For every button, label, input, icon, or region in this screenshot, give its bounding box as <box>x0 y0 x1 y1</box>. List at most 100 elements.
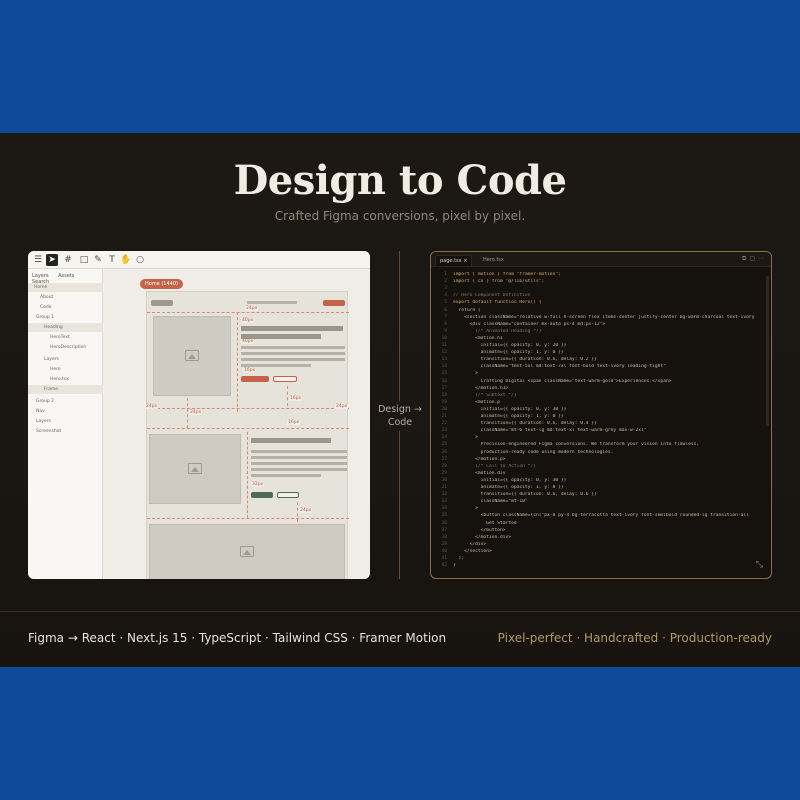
home-frame[interactable]: 24px 40px 40px 16px 24px 16px 24px 24px … <box>145 291 349 579</box>
more-icon[interactable]: ⋯ <box>758 255 767 262</box>
layer-item[interactable]: Heading <box>28 323 103 332</box>
layer-item[interactable]: Layers <box>28 355 103 364</box>
feature-image-placeholder <box>149 434 241 504</box>
code-line: className="mt-6 text-lg md:text-xl text-… <box>453 428 647 434</box>
layer-item[interactable]: Code <box>28 303 103 312</box>
layer-item[interactable]: Layers <box>28 417 103 426</box>
code-line: initial={{ opacity: 0, y: 20 }} <box>453 343 567 348</box>
line-number: 8 <box>444 321 447 327</box>
hero-primary-button <box>241 376 269 382</box>
hero-text-line <box>241 358 345 361</box>
spacing-guide <box>147 312 349 313</box>
line-number: 26 <box>441 449 447 455</box>
close-icon[interactable]: × <box>463 258 467 264</box>
line-number: 33 <box>441 499 447 505</box>
code-line: ); <box>453 556 465 561</box>
layer-item[interactable]: Frame <box>28 385 103 394</box>
line-number: 3 <box>444 286 447 292</box>
layers-sidebar: Layers Assets Search Home About Code Gro… <box>28 269 103 579</box>
line-number: 17 <box>441 385 447 391</box>
code-line: transition={{ duration: 0.6, delay: 0.2 … <box>453 357 597 363</box>
line-number: 34 <box>441 506 447 512</box>
code-line: > <box>453 371 478 377</box>
line-number: 6 <box>444 307 447 313</box>
layer-item[interactable]: Home <box>28 283 103 292</box>
nav-cta <box>323 300 345 306</box>
spacing-guide <box>147 518 349 519</box>
tab-label: page.tsx <box>440 258 462 264</box>
measurement-label: 40px <box>241 339 255 344</box>
frame-label-badge[interactable]: Home (1440) <box>140 279 183 289</box>
line-number: 31 <box>441 485 447 490</box>
layer-item[interactable]: HeroDescription <box>28 343 103 352</box>
measurement-label: 16px <box>243 368 257 373</box>
copy-icon[interactable]: ▢ <box>749 255 758 262</box>
layer-item[interactable]: Hero.tsx <box>28 375 103 384</box>
code-line: animate={{ opacity: 1, y: 0 }} <box>453 414 564 419</box>
code-line: initial={{ opacity: 0, y: 30 }} <box>453 477 567 483</box>
code-line: <motion.div <box>453 470 506 476</box>
line-number: 24 <box>441 435 447 441</box>
measurement-label: 24px <box>145 404 159 409</box>
code-content[interactable]: 1 import { motion } from "framer-motion";… <box>431 270 769 578</box>
comment-tool-icon[interactable]: ○ <box>134 254 146 266</box>
layer-item[interactable]: Group 2 <box>28 397 103 406</box>
code-line: Get Started <box>453 520 517 526</box>
image-icon <box>240 546 254 557</box>
line-number: 36 <box>441 520 447 526</box>
design-canvas[interactable]: Home (1440) 24px 40px 40px 16px 24px 16p… <box>103 269 370 579</box>
hero-text-line <box>241 346 345 349</box>
expand-icon[interactable]: ⤡ <box>756 560 763 570</box>
spacing-guide <box>237 312 238 412</box>
line-number: 16 <box>441 378 447 384</box>
code-line: initial={{ opacity: 0, y: 30 }} <box>453 406 567 412</box>
code-line: </button> <box>453 527 506 533</box>
line-number: 9 <box>444 328 447 334</box>
hero-secondary-button <box>273 376 297 382</box>
banner-image-placeholder <box>149 524 345 579</box>
scrollbar-thumb[interactable] <box>766 276 769 426</box>
code-line: import { motion } from "framer-motion"; <box>453 272 561 277</box>
pen-tool-icon[interactable]: ✎ <box>92 254 104 266</box>
layer-item[interactable]: Nav <box>28 407 103 416</box>
feature-text-line <box>251 462 347 465</box>
measurement-label: 32px <box>251 482 265 487</box>
tab-page-tsx[interactable]: page.tsx × <box>435 255 473 266</box>
figma-toolbar: ☰ ➤ # □ ✎ T ✋ ○ <box>28 251 370 269</box>
feature-text-line <box>251 450 347 453</box>
tab-assets[interactable]: Assets <box>58 273 74 279</box>
editor-tab-bar: page.tsx × Hero.tsx ⧉▢⋯ <box>431 252 771 267</box>
layer-item[interactable]: Screenshot <box>28 427 103 436</box>
hand-tool-icon[interactable]: ✋ <box>120 254 132 266</box>
layer-item[interactable]: Group 1 <box>28 313 103 322</box>
line-number: 27 <box>441 456 447 462</box>
hero-heading-line <box>241 326 343 331</box>
code-line: > <box>453 506 478 512</box>
code-line: animate={{ opacity: 1, y: 0 }} <box>453 350 564 356</box>
code-line: <button className={cn("px-8 py-4 bg-terr… <box>453 513 749 519</box>
hero-image-placeholder <box>153 316 231 396</box>
text-tool-icon[interactable]: T <box>106 254 118 266</box>
spacing-guide <box>147 408 349 409</box>
shape-tool-icon[interactable]: □ <box>78 254 90 266</box>
measurement-label: 24px <box>189 410 203 415</box>
feature-secondary-button <box>277 492 299 498</box>
layer-item[interactable]: HeroText <box>28 333 103 342</box>
menu-icon[interactable]: ☰ <box>32 254 44 266</box>
move-tool-icon[interactable]: ➤ <box>46 254 58 266</box>
figma-editor-panel: ☰ ➤ # □ ✎ T ✋ ○ Layers Assets Search Hom… <box>28 251 370 579</box>
code-line: transition={{ duration: 0.6, delay: 0.4 … <box>453 421 597 427</box>
line-number: 1 <box>444 272 447 277</box>
line-number: 42 <box>441 563 447 569</box>
layer-item[interactable]: About <box>28 293 103 302</box>
code-line: } <box>453 563 456 569</box>
measurement-label: 40px <box>241 318 255 323</box>
line-number: 32 <box>441 492 447 498</box>
line-number: 13 <box>441 357 447 363</box>
tab-label: Hero.tsx <box>483 257 504 263</box>
tab-hero-tsx[interactable]: Hero.tsx <box>479 255 508 266</box>
line-number: 39 <box>441 541 447 547</box>
layer-item[interactable]: Hero <box>28 365 103 374</box>
nav-logo <box>151 300 173 306</box>
frame-tool-icon[interactable]: # <box>62 254 74 266</box>
